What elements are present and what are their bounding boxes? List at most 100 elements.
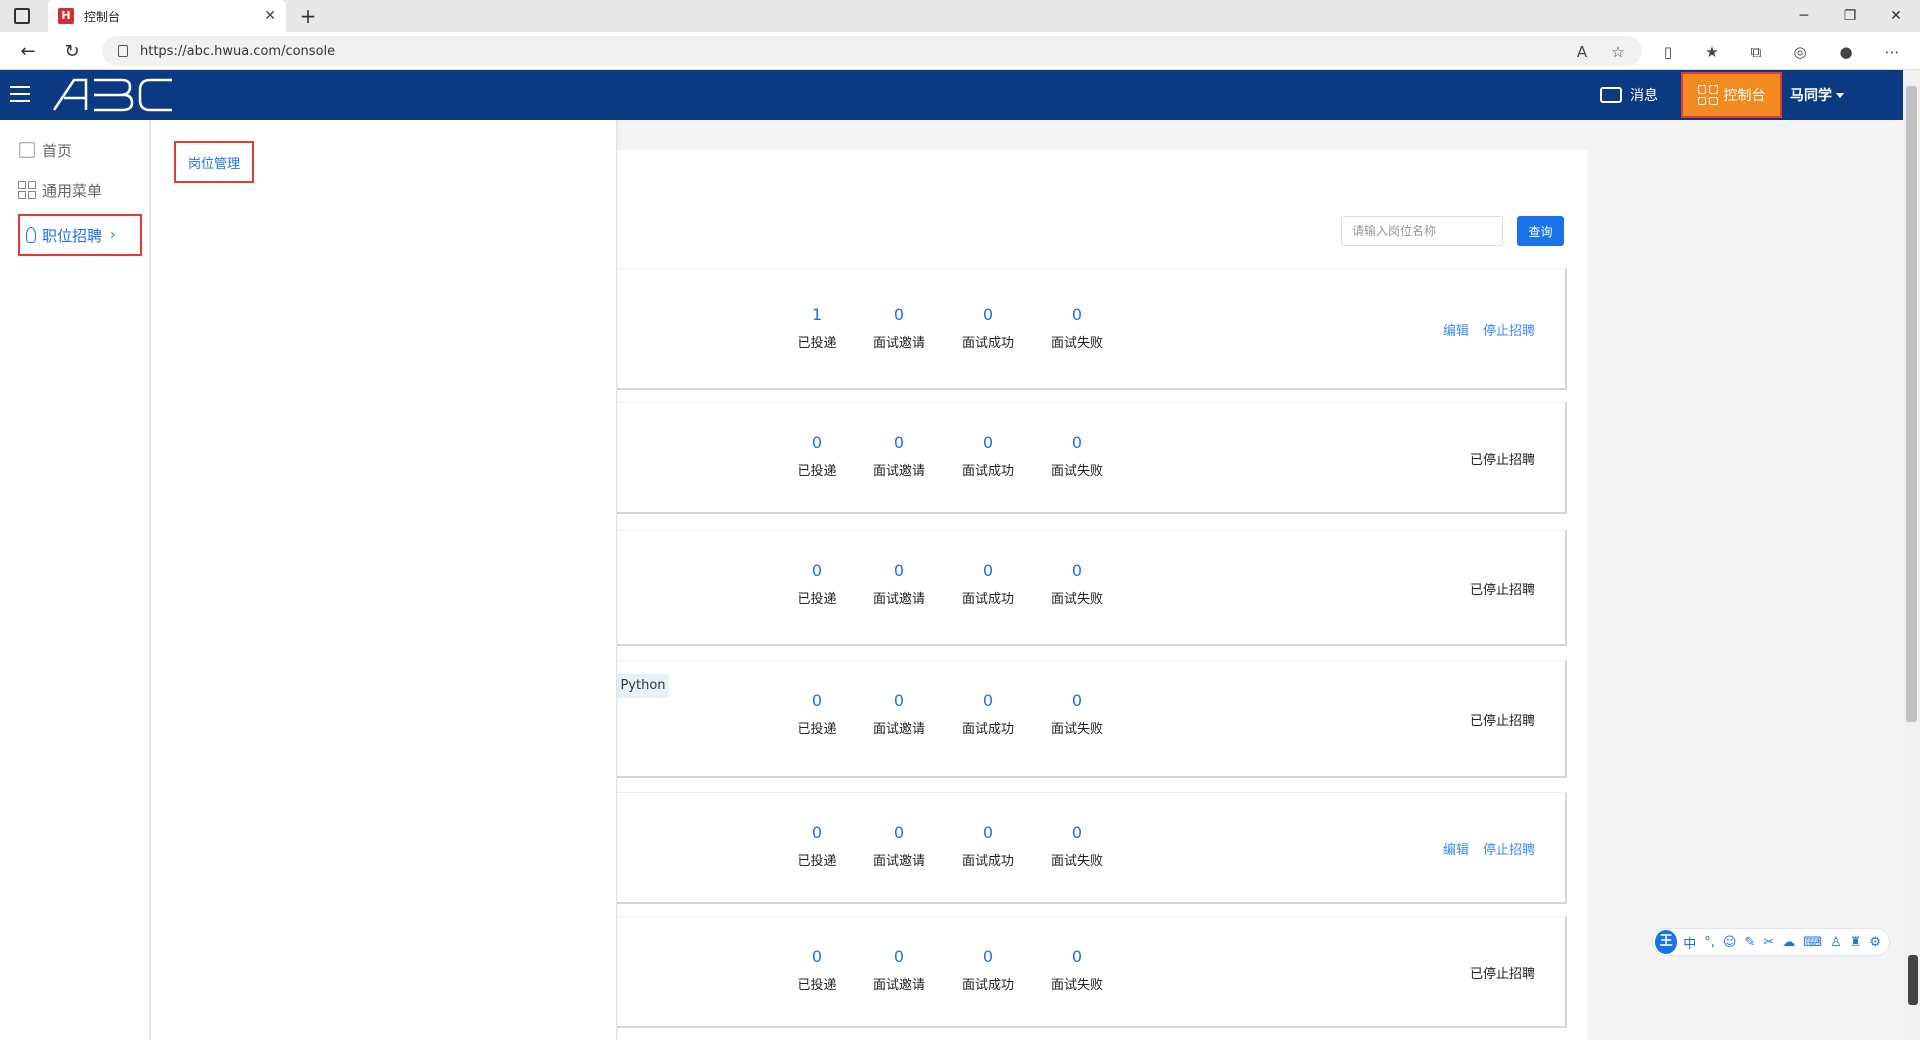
refresh-button[interactable]: ↻ (58, 38, 86, 66)
stat-block[interactable]: 0 面试失败 (1042, 947, 1112, 993)
stat-block[interactable]: 0 已投递 (782, 433, 852, 479)
menu-toggle-icon[interactable] (10, 86, 30, 102)
search-input[interactable] (1341, 216, 1503, 246)
ime-toolbar[interactable]: 王 中 °, ☺ ✎ ✂ ☁ ⌨ ♙ ♜ ⚙ (1652, 928, 1890, 956)
stat-block[interactable]: 0 面试失败 (1042, 433, 1112, 479)
stat-label: 面试邀请 (872, 592, 925, 607)
stat-label: 已投递 (797, 336, 837, 351)
stat-block[interactable]: 0 面试失败 (1042, 561, 1112, 607)
stat-count: 0 (893, 947, 905, 966)
query-button[interactable]: 查询 (1517, 216, 1564, 246)
profile-avatar[interactable]: ● (1834, 40, 1858, 64)
close-window-button[interactable]: ✕ (1873, 0, 1919, 32)
edit-link[interactable]: 编辑 (1443, 843, 1469, 858)
minimize-button[interactable]: ─ (1781, 0, 1827, 32)
stat-block[interactable]: 0 面试成功 (953, 823, 1023, 869)
settings-icon[interactable]: ⚙ (1869, 935, 1881, 950)
stat-block[interactable]: 0 面试邀请 (864, 433, 934, 479)
stat-count: 0 (982, 823, 994, 842)
stat-block[interactable]: 0 已投递 (782, 823, 852, 869)
favorite-add-icon[interactable]: ☆ (1606, 40, 1630, 64)
cloud-icon[interactable]: ☁ (1782, 935, 1795, 950)
stat-label: 已投递 (797, 722, 837, 737)
messages-button[interactable]: 消息 (1600, 70, 1658, 120)
stat-count: 0 (893, 823, 905, 842)
url-field[interactable]: https://abc.hwua.com/console (102, 36, 1642, 66)
stat-block[interactable]: 0 面试成功 (953, 691, 1023, 737)
favorites-icon[interactable]: ★ (1700, 40, 1724, 64)
vertical-tabs-icon[interactable] (14, 8, 30, 24)
stat-label: 已投递 (797, 464, 837, 479)
stat-block[interactable]: 0 已投递 (782, 947, 852, 993)
sidebar-item-label: 首页 (42, 141, 73, 160)
stat-label: 面试失败 (1050, 854, 1103, 869)
stat-block[interactable]: 0 已投递 (782, 561, 852, 607)
more-icon[interactable]: ⋯ (1880, 40, 1904, 64)
sidebar-item-general-menu[interactable]: 通用菜单 (18, 176, 102, 204)
ime-mode[interactable]: 中 (1683, 933, 1696, 952)
stat-block[interactable]: 0 面试失败 (1042, 691, 1112, 737)
user-icon[interactable]: ♙ (1830, 935, 1842, 950)
ime-punct[interactable]: °, (1704, 935, 1715, 950)
user-menu[interactable]: 马同学 (1790, 70, 1844, 120)
stat-block[interactable]: 0 面试失败 (1042, 305, 1112, 351)
stat-block[interactable]: 0 面试邀请 (864, 561, 934, 607)
stat-block[interactable]: 0 面试邀请 (864, 691, 934, 737)
restore-button[interactable]: ❐ (1827, 0, 1873, 32)
console-button[interactable]: 控制台 (1681, 72, 1782, 118)
stat-block[interactable]: 1 已投递 (782, 305, 852, 351)
sidebar-item-home[interactable]: 首页 (18, 136, 72, 164)
stat-block[interactable]: 0 已投递 (782, 691, 852, 737)
stat-block[interactable]: 0 面试成功 (953, 433, 1023, 479)
scissors-icon[interactable]: ✂ (1763, 935, 1774, 950)
scrollbar-thumb[interactable] (1906, 86, 1917, 722)
stat-block[interactable]: 0 面试邀请 (864, 947, 934, 993)
shirt-icon[interactable]: ♜ (1850, 935, 1862, 950)
stat-count: 0 (893, 305, 905, 324)
read-aloud-icon[interactable]: A (1570, 40, 1594, 64)
stat-count: 1 (811, 305, 823, 324)
emoji-icon[interactable]: ☺ (1723, 935, 1737, 950)
tab-close-icon[interactable]: ✕ (264, 8, 276, 24)
new-tab-button[interactable]: + (296, 4, 320, 28)
sidebar-item-job-recruitment[interactable]: 职位招聘 › (18, 214, 142, 256)
stat-block[interactable]: 0 面试失败 (1042, 823, 1112, 869)
edit-link[interactable]: 编辑 (1443, 324, 1469, 339)
back-button[interactable]: ← (14, 38, 42, 66)
split-screen-icon[interactable]: ▯ (1656, 40, 1680, 64)
stat-label: 面试成功 (961, 464, 1014, 479)
stat-count: 0 (1071, 691, 1083, 710)
submenu-item-position-management[interactable]: 岗位管理 (174, 141, 254, 183)
pen-icon[interactable]: ✎ (1744, 935, 1755, 950)
edge-icon[interactable]: ◎ (1788, 40, 1812, 64)
url-text: https://abc.hwua.com/console (140, 43, 336, 59)
stat-label: 面试邀请 (872, 978, 925, 993)
sidebar-item-label: 职位招聘 (42, 226, 103, 245)
browser-tab-bar (0, 0, 1920, 32)
stat-block[interactable]: 0 面试成功 (953, 561, 1023, 607)
job-actions: 编辑 停止招聘 (1429, 320, 1535, 339)
stat-block[interactable]: 0 面试成功 (953, 305, 1023, 351)
job-card: 0 已投递 0 面试邀请 0 面试成功 0 面试失败 已停止招聘 (617, 530, 1567, 646)
tab-title: 控制台 (84, 9, 121, 24)
home-icon (19, 142, 35, 158)
keyboard-icon[interactable]: ⌨ (1803, 935, 1822, 950)
stat-block[interactable]: 0 面试成功 (953, 947, 1023, 993)
collections-icon[interactable]: ⧉ (1744, 40, 1768, 64)
stat-block[interactable]: 0 面试邀请 (864, 823, 934, 869)
stat-count: 0 (982, 305, 994, 324)
stat-count: 0 (893, 433, 905, 452)
stat-label: 面试成功 (961, 722, 1014, 737)
abc-logo (52, 78, 172, 112)
stop-recruiting-link[interactable]: 停止招聘 (1483, 843, 1535, 858)
stat-count: 0 (893, 691, 905, 710)
stop-recruiting-link[interactable]: 停止招聘 (1483, 324, 1535, 339)
job-actions: 已停止招聘 (1470, 710, 1535, 729)
job-actions: 已停止招聘 (1470, 963, 1535, 982)
browser-tab[interactable]: H 控制台 ✕ (48, 0, 286, 32)
ime-side-handle[interactable] (1908, 955, 1918, 1005)
stat-label: 面试成功 (961, 592, 1014, 607)
stat-block[interactable]: 0 面试邀请 (864, 305, 934, 351)
stat-label: 面试失败 (1050, 722, 1103, 737)
chevron-right-icon: › (110, 227, 116, 243)
